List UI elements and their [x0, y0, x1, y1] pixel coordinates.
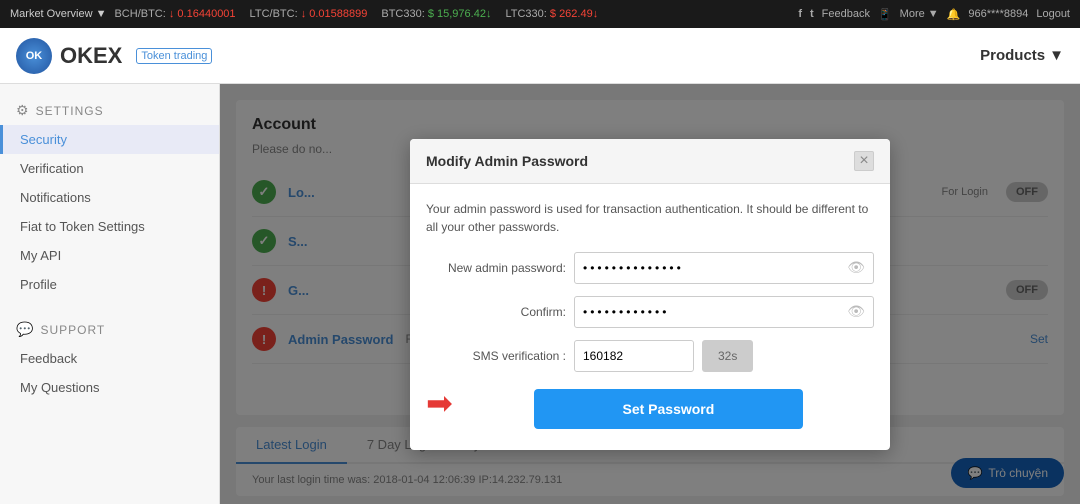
arrow-container: ➡ — [426, 384, 463, 422]
token-trading-badge: Token trading — [136, 48, 212, 64]
support-section-title: 💬 Support — [0, 315, 219, 344]
logo[interactable]: OK OKEX Token trading — [16, 38, 212, 74]
confirm-label: Confirm: — [426, 305, 566, 319]
new-password-input-wrapper: 👁 — [574, 252, 874, 284]
new-password-row: New admin password: 👁 — [426, 252, 874, 284]
ticker-bch: BCH/BTC: ↓ 0.16440001 — [114, 8, 235, 20]
modal-overlay: Modify Admin Password × Your admin passw… — [220, 84, 1080, 504]
header: OK OKEX Token trading Products ▼ — [0, 28, 1080, 84]
settings-section-title: ⚙ Settings — [0, 96, 219, 125]
new-password-input[interactable] — [583, 261, 847, 275]
sidebar-item-questions[interactable]: My Questions — [0, 373, 219, 402]
phone-number: 966****8894 — [968, 8, 1028, 20]
main-content: Account Please do no... ✓ Lo... For Logi… — [220, 84, 1080, 504]
sidebar-item-profile[interactable]: Profile — [0, 270, 219, 299]
ticker-ltc330: LTC330: $ 262.49↓ — [505, 8, 598, 20]
confirm-password-input[interactable] — [583, 305, 847, 319]
modal-close-button[interactable]: × — [854, 151, 874, 171]
modal-title: Modify Admin Password — [426, 153, 588, 169]
sms-row: SMS verification : 32s — [426, 340, 874, 372]
sidebar-item-api[interactable]: My API — [0, 241, 219, 270]
logout-link[interactable]: Logout — [1036, 8, 1070, 20]
countdown-button[interactable]: 32s — [702, 340, 753, 372]
modal: Modify Admin Password × Your admin passw… — [410, 139, 890, 450]
bell-icon[interactable]: 🔔 — [947, 8, 961, 21]
gear-icon: ⚙ — [16, 102, 30, 119]
social-tw[interactable]: t — [810, 8, 814, 20]
support-section: 💬 Support Feedback My Questions — [0, 315, 219, 402]
layout: ⚙ Settings Security Verification Notific… — [0, 84, 1080, 504]
logo-icon: OK — [16, 38, 52, 74]
support-icon: 💬 — [16, 321, 34, 338]
set-password-row: ➡ Set Password — [426, 384, 874, 434]
confirm-password-row: Confirm: 👁 — [426, 296, 874, 328]
sidebar-item-verification[interactable]: Verification — [0, 154, 219, 183]
feedback-link[interactable]: Feedback — [822, 8, 870, 20]
eye-icon-confirm[interactable]: 👁 — [847, 303, 865, 320]
sidebar-item-feedback[interactable]: Feedback — [0, 344, 219, 373]
sidebar-item-security[interactable]: Security — [0, 125, 219, 154]
social-fb[interactable]: f — [798, 8, 802, 20]
new-password-label: New admin password: — [426, 261, 566, 275]
confirm-password-input-wrapper: 👁 — [574, 296, 874, 328]
phone-icon: 📱 — [878, 8, 892, 21]
modal-body: Your admin password is used for transact… — [410, 184, 890, 450]
top-bar: Market Overview ▼ BCH/BTC: ↓ 0.16440001 … — [0, 0, 1080, 28]
ticker-btc330: BTC330: $ 15,976.42↓ — [381, 8, 491, 20]
chevron-down-icon: ▼ — [1049, 47, 1064, 64]
arrow-right-icon: ➡ — [426, 384, 453, 422]
sms-label: SMS verification : — [426, 349, 566, 363]
products-label: Products — [980, 47, 1045, 64]
sidebar-item-fiat[interactable]: Fiat to Token Settings — [0, 212, 219, 241]
sms-input-group: 32s — [574, 340, 753, 372]
set-password-button[interactable]: Set Password — [534, 389, 803, 429]
products-button[interactable]: Products ▼ — [980, 47, 1064, 64]
modal-header: Modify Admin Password × — [410, 139, 890, 184]
eye-icon-new[interactable]: 👁 — [847, 259, 865, 276]
sidebar: ⚙ Settings Security Verification Notific… — [0, 84, 220, 504]
support-title: Support — [40, 323, 105, 337]
modal-desc: Your admin password is used for transact… — [426, 200, 874, 236]
market-overview[interactable]: Market Overview ▼ — [10, 8, 106, 20]
logo-text: OKEX — [60, 43, 122, 69]
settings-title: Settings — [36, 104, 104, 118]
ticker-ltc: LTC/BTC: ↓ 0.01588899 — [250, 8, 368, 20]
more-link[interactable]: More ▼ — [900, 8, 939, 20]
sms-input[interactable] — [574, 340, 694, 372]
sidebar-item-notifications[interactable]: Notifications — [0, 183, 219, 212]
